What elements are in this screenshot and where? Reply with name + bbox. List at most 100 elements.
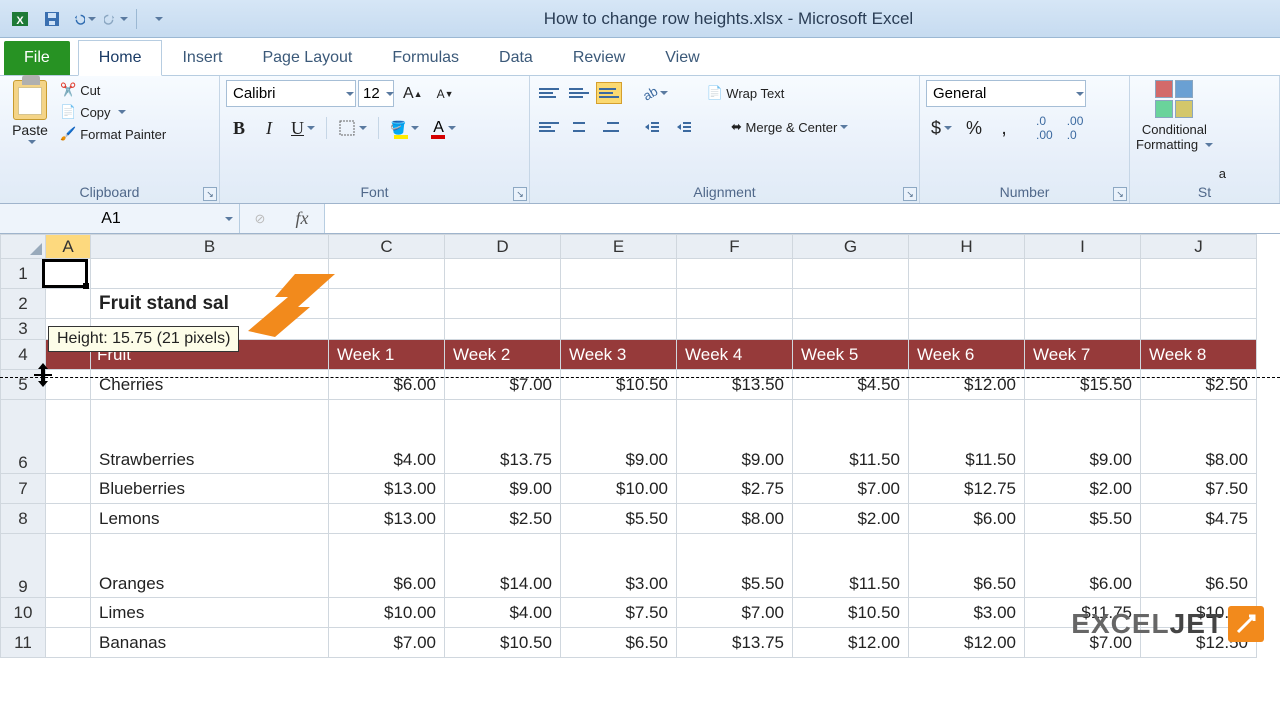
scissors-icon: ✂️ <box>60 82 76 98</box>
save-icon[interactable] <box>40 7 64 31</box>
align-middle-button[interactable] <box>566 82 592 104</box>
ribbon-tabs: File Home Insert Page Layout Formulas Da… <box>0 38 1280 76</box>
row-resize-guide <box>0 377 1280 378</box>
font-launcher-icon[interactable]: ↘ <box>513 187 527 201</box>
bold-button[interactable]: B <box>226 115 252 141</box>
number-launcher-icon[interactable]: ↘ <box>1113 187 1127 201</box>
grid[interactable]: A B C D E F G H I J 1 2Fruit stand sal 3… <box>0 234 1257 658</box>
table-row[interactable]: 11Bananas$7.00$10.50$6.50$13.75$12.00$12… <box>1 628 1257 658</box>
paste-button[interactable]: Paste <box>6 80 54 146</box>
decrease-decimal-button[interactable]: .00.0 <box>1062 115 1089 141</box>
align-top-button[interactable] <box>536 82 562 104</box>
shrink-font-button[interactable]: A▼ <box>432 81 459 107</box>
italic-button[interactable]: I <box>256 115 282 141</box>
tab-formulas[interactable]: Formulas <box>372 41 479 75</box>
name-box[interactable] <box>0 204 240 233</box>
decrease-indent-button[interactable] <box>638 114 666 140</box>
copy-icon: 📄 <box>60 104 76 120</box>
number-format-input[interactable] <box>926 80 1086 107</box>
col-header-I[interactable]: I <box>1025 235 1141 259</box>
font-name-input[interactable] <box>226 80 356 107</box>
row-header-8[interactable]: 8 <box>1 504 46 534</box>
align-center-button[interactable] <box>566 116 592 138</box>
group-label-alignment: Alignment <box>536 181 913 203</box>
fx-icon[interactable]: fx <box>280 204 325 233</box>
worksheet[interactable]: A B C D E F G H I J 1 2Fruit stand sal 3… <box>0 234 1280 658</box>
row-header-6[interactable]: 6 <box>1 400 46 474</box>
percent-format-button[interactable]: % <box>961 115 987 141</box>
underline-button[interactable]: U <box>286 115 320 141</box>
borders-button[interactable] <box>333 115 372 141</box>
clipboard-icon <box>13 80 47 120</box>
tab-review[interactable]: Review <box>553 41 645 75</box>
quick-access-toolbar: X <box>0 7 177 31</box>
increase-decimal-button[interactable]: .0.00 <box>1031 115 1058 141</box>
row-header-10[interactable]: 10 <box>1 598 46 628</box>
table-row[interactable]: 5Cherries$6.00$7.00$10.50$13.50$4.50$12.… <box>1 370 1257 400</box>
tab-home[interactable]: Home <box>78 40 163 76</box>
annotation-arrow-icon <box>240 269 340 339</box>
qat-customize-icon[interactable] <box>145 7 169 31</box>
excel-icon[interactable]: X <box>8 7 32 31</box>
conditional-formatting-button[interactable]: ConditionalFormatting <box>1136 80 1213 152</box>
align-bottom-button[interactable] <box>596 82 622 104</box>
name-box-input[interactable] <box>0 210 222 228</box>
table-row[interactable]: 9Oranges$6.00$14.00$3.00$5.50$11.50$6.50… <box>1 534 1257 598</box>
merge-center-button[interactable]: ⬌ Merge & Center <box>724 114 855 140</box>
col-header-B[interactable]: B <box>91 235 329 259</box>
grow-font-button[interactable]: A▲ <box>398 81 428 107</box>
row-header-3[interactable]: 3 <box>1 319 46 340</box>
window-title: How to change row heights.xlsx - Microso… <box>177 9 1280 29</box>
tab-insert[interactable]: Insert <box>162 41 242 75</box>
watermark-icon <box>1228 606 1264 642</box>
table-row[interactable]: 8Lemons$13.00$2.50$5.50$8.00$2.00$6.00$5… <box>1 504 1257 534</box>
undo-icon[interactable] <box>72 7 96 31</box>
col-header-C[interactable]: C <box>329 235 445 259</box>
paste-label: Paste <box>12 122 48 138</box>
col-header-F[interactable]: F <box>677 235 793 259</box>
col-header-E[interactable]: E <box>561 235 677 259</box>
conditional-formatting-icon <box>1155 80 1193 118</box>
orientation-button[interactable]: ab <box>638 80 673 106</box>
cut-button[interactable]: ✂️Cut <box>60 82 166 98</box>
alignment-launcher-icon[interactable]: ↘ <box>903 187 917 201</box>
table-row[interactable]: 10Limes$10.00$4.00$7.50$7.00$10.50$3.00$… <box>1 598 1257 628</box>
group-label-styles: St <box>1136 181 1273 203</box>
row-header-9[interactable]: 9 <box>1 534 46 598</box>
copy-button[interactable]: 📄Copy <box>60 104 166 120</box>
align-right-button[interactable] <box>596 116 622 138</box>
table-row[interactable]: 6Strawberries$4.00$13.75$9.00$9.00$11.50… <box>1 400 1257 474</box>
row-header-2[interactable]: 2 <box>1 289 46 319</box>
font-color-button[interactable]: A <box>428 115 461 141</box>
redo-icon[interactable] <box>104 7 128 31</box>
formula-bar-row: ⊘ fx <box>0 204 1280 234</box>
tab-data[interactable]: Data <box>479 41 553 75</box>
col-header-G[interactable]: G <box>793 235 909 259</box>
bucket-icon: 🪣 <box>390 120 406 136</box>
col-header-A[interactable]: A <box>46 235 91 259</box>
title-bar: X How to change row heights.xlsx - Micro… <box>0 0 1280 38</box>
fill-color-button[interactable]: 🪣 <box>385 115 424 141</box>
wrap-text-button[interactable]: 📄 Wrap Text <box>699 80 791 106</box>
cancel-formula-icon[interactable]: ⊘ <box>240 204 280 233</box>
row-header-11[interactable]: 11 <box>1 628 46 658</box>
select-all-corner[interactable] <box>1 235 46 259</box>
col-header-H[interactable]: H <box>909 235 1025 259</box>
row-header-7[interactable]: 7 <box>1 474 46 504</box>
increase-indent-button[interactable] <box>670 114 698 140</box>
tab-view[interactable]: View <box>645 41 719 75</box>
formula-input[interactable] <box>325 204 1280 233</box>
comma-format-button[interactable]: , <box>991 115 1017 141</box>
col-header-J[interactable]: J <box>1141 235 1257 259</box>
format-painter-button[interactable]: 🖌️Format Painter <box>60 126 166 142</box>
clipboard-launcher-icon[interactable]: ↘ <box>203 187 217 201</box>
accounting-format-button[interactable]: $ <box>926 115 957 141</box>
align-left-button[interactable] <box>536 116 562 138</box>
tab-page-layout[interactable]: Page Layout <box>242 41 372 75</box>
col-header-D[interactable]: D <box>445 235 561 259</box>
tab-file[interactable]: File <box>4 41 70 75</box>
group-styles: ConditionalFormatting a St <box>1130 76 1280 203</box>
group-label-clipboard: Clipboard <box>6 181 213 203</box>
table-row[interactable]: 7Blueberries$13.00$9.00$10.00$2.75$7.00$… <box>1 474 1257 504</box>
row-header-1[interactable]: 1 <box>1 259 46 289</box>
